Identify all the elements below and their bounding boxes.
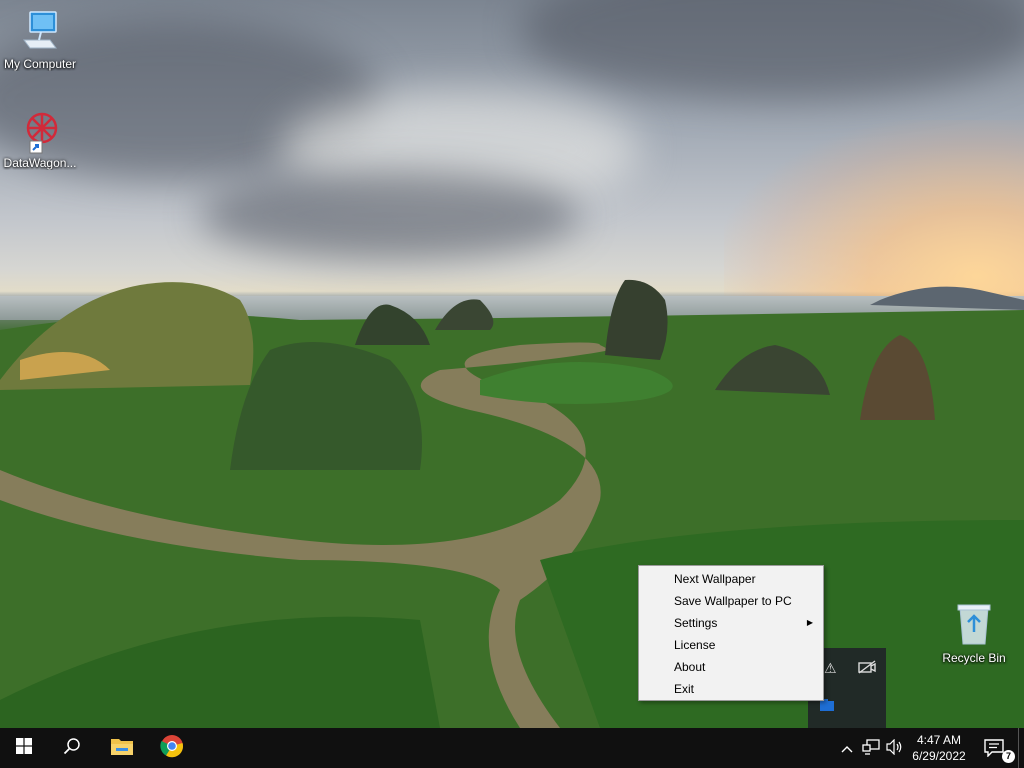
taskbar: 4:47 AM 6/29/2022 7 <box>0 728 1024 768</box>
menu-item-settings[interactable]: Settings ▶ <box>639 612 823 634</box>
camera-off-icon[interactable] <box>858 660 876 677</box>
speaker-icon <box>886 738 904 758</box>
desktop-icon-my-computer[interactable]: My Computer <box>0 10 80 71</box>
menu-item-label: Next Wallpaper <box>674 572 756 586</box>
clock-time: 4:47 AM <box>916 733 962 747</box>
warning-app-icon[interactable]: ⚠ <box>824 660 837 677</box>
notification-count-badge: 7 <box>1002 750 1015 763</box>
desktop-icon-label: Recycle Bin <box>942 651 1006 665</box>
file-explorer-icon <box>110 736 134 761</box>
desktop-icon-datawagon[interactable]: DataWagon... <box>0 108 80 170</box>
submenu-arrow-icon: ▶ <box>806 618 813 627</box>
recycle-bin-icon <box>934 602 1014 649</box>
clock-date: 6/29/2022 <box>912 749 966 763</box>
computer-icon <box>0 10 80 55</box>
search-button[interactable] <box>48 728 96 768</box>
chrome-icon <box>160 734 184 763</box>
taskbar-clock[interactable]: 4:47 AM 6/29/2022 <box>906 728 972 768</box>
datawagon-logo-icon <box>16 108 64 154</box>
desktop-icon-recycle-bin[interactable]: Recycle Bin <box>934 602 1014 665</box>
menu-item-save-wallpaper[interactable]: Save Wallpaper to PC <box>639 590 823 612</box>
taskbar-chrome[interactable] <box>148 728 196 768</box>
taskbar-file-explorer[interactable] <box>98 728 146 768</box>
menu-item-label: Save Wallpaper to PC <box>674 594 792 608</box>
desktop-icon-label: My Computer <box>3 57 77 71</box>
wallpaper-context-menu: Next Wallpaper Save Wallpaper to PC Sett… <box>638 565 824 701</box>
menu-item-exit[interactable]: Exit <box>639 678 823 700</box>
chevron-up-icon <box>841 741 853 756</box>
desktop-icon-label: DataWagon... <box>3 156 77 170</box>
desktop-wallpaper <box>0 0 1024 728</box>
menu-item-license[interactable]: License <box>639 634 823 656</box>
volume-tray-button[interactable] <box>884 728 906 768</box>
start-button[interactable] <box>0 728 48 768</box>
windows-logo-icon <box>16 737 32 759</box>
menu-item-label: About <box>674 660 706 674</box>
search-icon <box>63 737 81 760</box>
menu-item-label: License <box>674 638 716 652</box>
menu-item-about[interactable]: About <box>639 656 823 678</box>
network-tray-button[interactable] <box>858 728 884 768</box>
menu-item-next-wallpaper[interactable]: Next Wallpaper <box>639 568 823 590</box>
menu-item-label: Settings <box>674 616 718 630</box>
show-hidden-icons-button[interactable] <box>838 728 856 768</box>
show-desktop-button[interactable] <box>1018 728 1024 768</box>
network-icon <box>862 738 880 758</box>
notification-icon <box>984 739 1004 762</box>
menu-item-label: Exit <box>674 682 695 696</box>
